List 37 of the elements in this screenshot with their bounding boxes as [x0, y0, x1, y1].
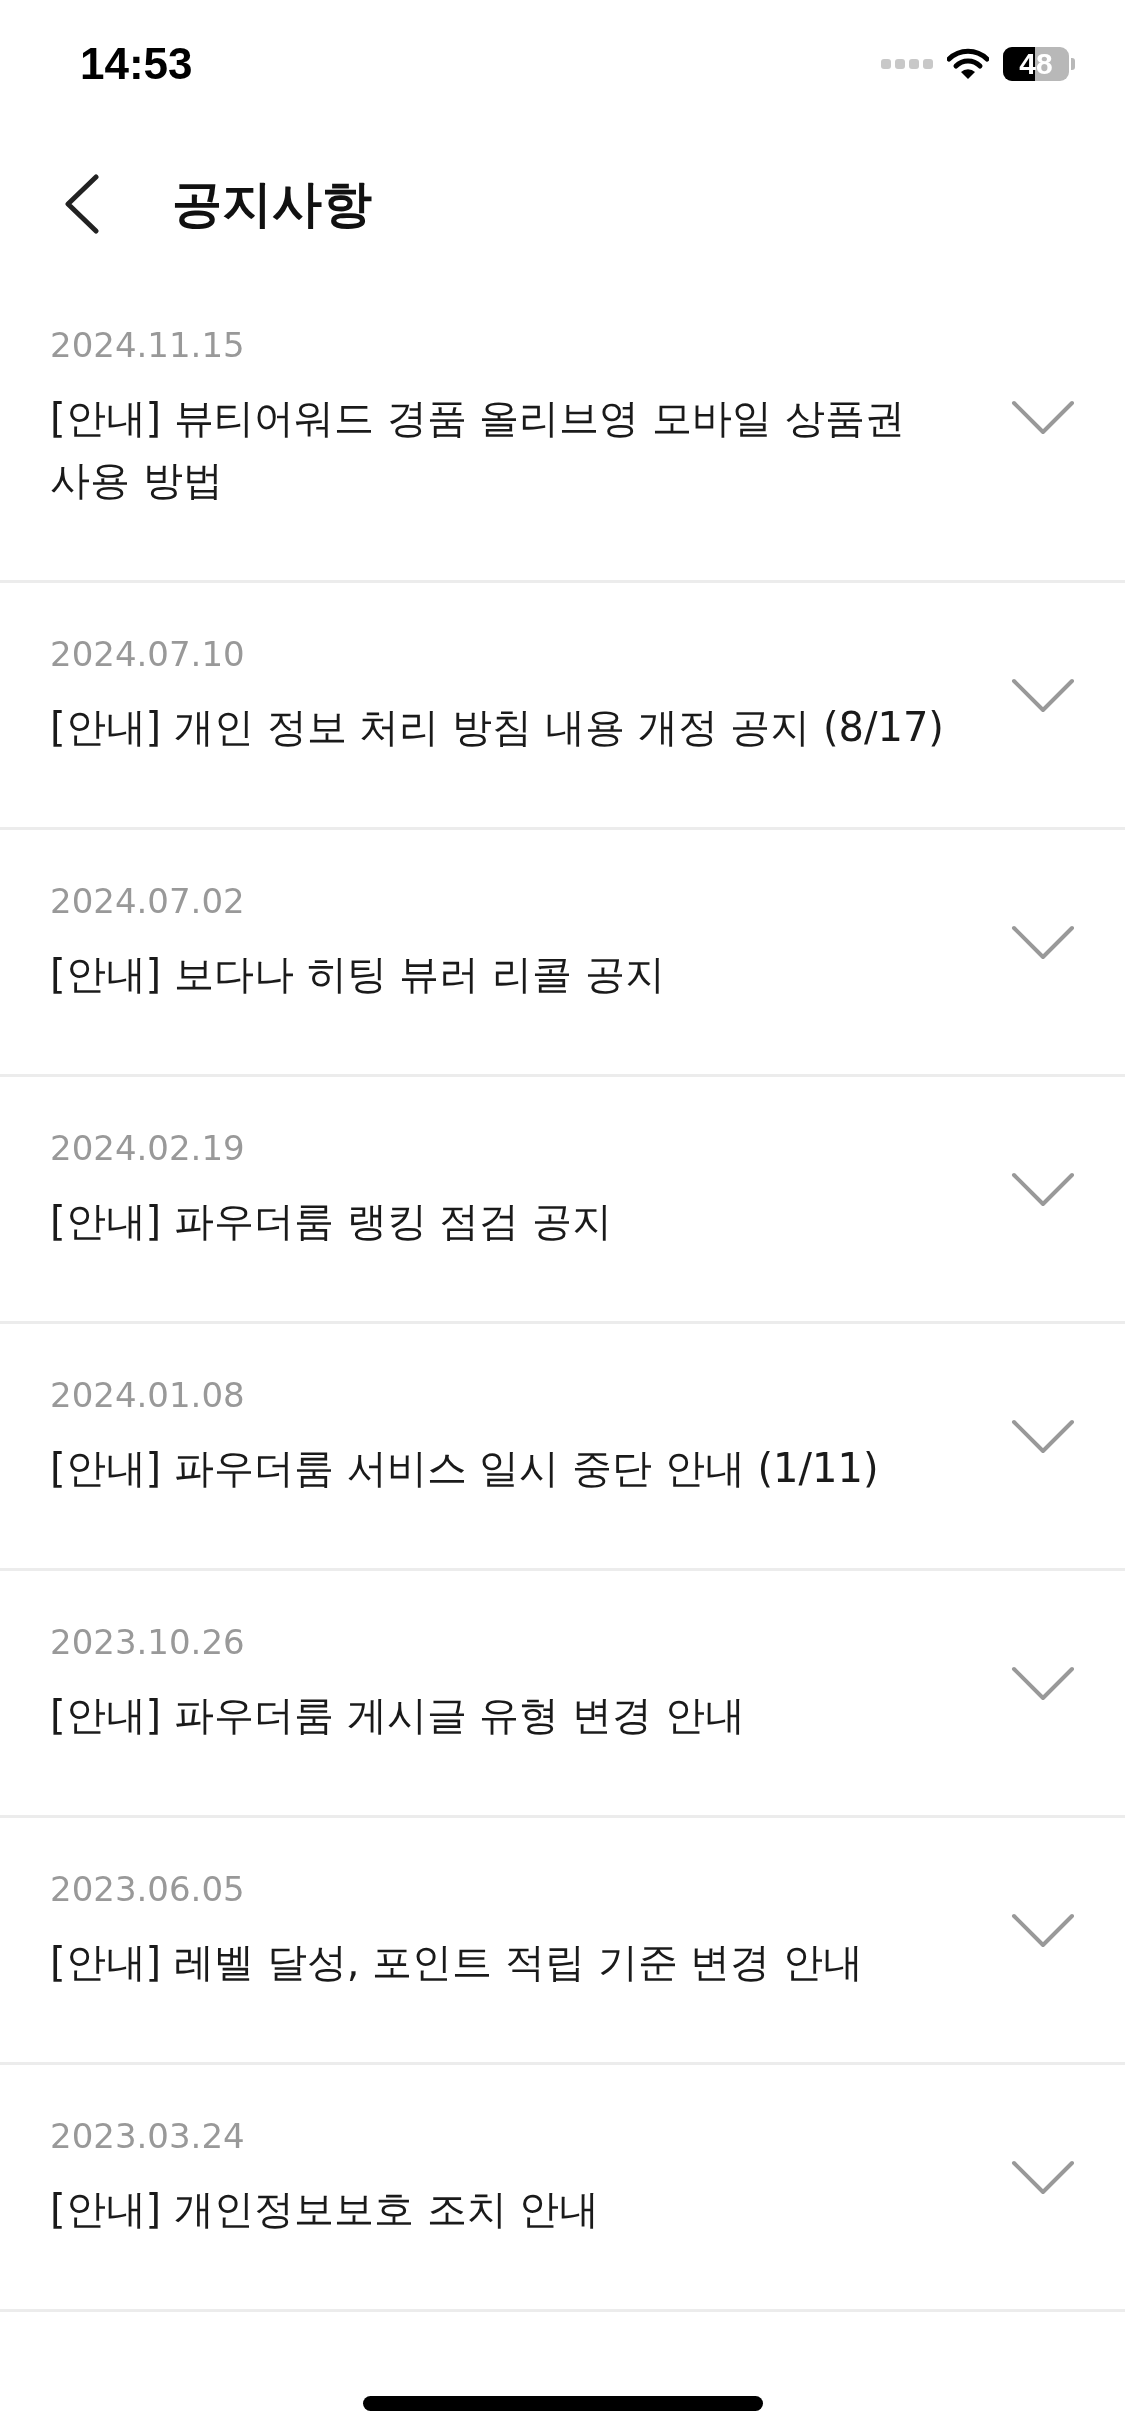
notice-date: 2024.01.08: [50, 1375, 246, 1415]
notice-date: 2024.02.19: [50, 1128, 246, 1168]
chevron-icon[interactable]: [1011, 1172, 1075, 1208]
notice-item[interactable]: 2024.11.15 [안내] 뷰티어워드 경품 올리브영 모바일 상품권 사용 방법: [0, 274, 1125, 583]
notice-item[interactable]: 2024.01.08 [안내] 파우더룸 서비스 일시 중단 안내 (1/11): [0, 1324, 1125, 1571]
notice-item[interactable]: 2024.02.19 [안내] 파우더룸 랭킹 점검 공지: [0, 1077, 1125, 1324]
notice-date: 2024.07.02: [50, 881, 246, 921]
chevron-icon[interactable]: [1011, 1666, 1075, 1702]
notice-item[interactable]: 2023.03.24 [안내] 개인정보보호 조치 안내: [0, 2065, 1125, 2312]
notice-date: 2023.03.24: [50, 2116, 246, 2156]
back-icon[interactable]: [64, 174, 100, 234]
notice-date: 2024.07.10: [50, 634, 246, 674]
notice-title: [안내] 개인정보보호 조치 안내: [50, 2185, 601, 2234]
notice-item[interactable]: 2024.07.02 [안내] 보다나 히팅 뷰러 리콜 공지: [0, 830, 1125, 1077]
notice-title: [안내] 파우더룸 서비스 일시 중단 안내 (1/11): [50, 1444, 880, 1493]
chevron-icon[interactable]: [1011, 400, 1075, 436]
chevron-icon[interactable]: [1011, 1419, 1075, 1455]
notice-title: [안내] 뷰티어워드 경품 올리브영 모바일 상품권 사용 방법: [50, 394, 906, 505]
notice-item[interactable]: 2023.06.05 [안내] 레벨 달성, 포인트 적립 기준 변경 안내: [0, 1818, 1125, 2065]
chevron-icon[interactable]: [1011, 2160, 1075, 2196]
notice-title: [안내] 개인 정보 처리 방침 내용 개정 공지 (8/17): [50, 703, 945, 752]
notice-item[interactable]: 2024.07.10 [안내] 개인 정보 처리 방침 내용 개정 공지 (8/17): [0, 583, 1125, 830]
notice-item[interactable]: 2023.10.26 [안내] 파우더룸 게시글 유형 변경 안내: [0, 1571, 1125, 1818]
notice-title: [안내] 파우더룸 게시글 유형 변경 안내: [50, 1691, 746, 1740]
chevron-icon[interactable]: [1011, 925, 1075, 961]
status-time: 14:53: [80, 39, 193, 89]
signal-icon: [881, 58, 933, 70]
page-title: 공지사항: [172, 173, 372, 235]
chevron-icon[interactable]: [1011, 1913, 1075, 1949]
wifi-icon: [947, 48, 989, 80]
notice-date: 2024.11.15: [50, 325, 246, 365]
notice-title: [안내] 레벨 달성, 포인트 적립 기준 변경 안내: [50, 1938, 864, 1987]
notice-title: [안내] 보다나 히팅 뷰러 리콜 공지: [50, 950, 666, 999]
notice-date: 2023.06.05: [50, 1869, 246, 1909]
notice-date: 2023.10.26: [50, 1622, 246, 1662]
notice-title: [안내] 파우더룸 랭킹 점검 공지: [50, 1197, 614, 1246]
chevron-icon[interactable]: [1011, 678, 1075, 714]
